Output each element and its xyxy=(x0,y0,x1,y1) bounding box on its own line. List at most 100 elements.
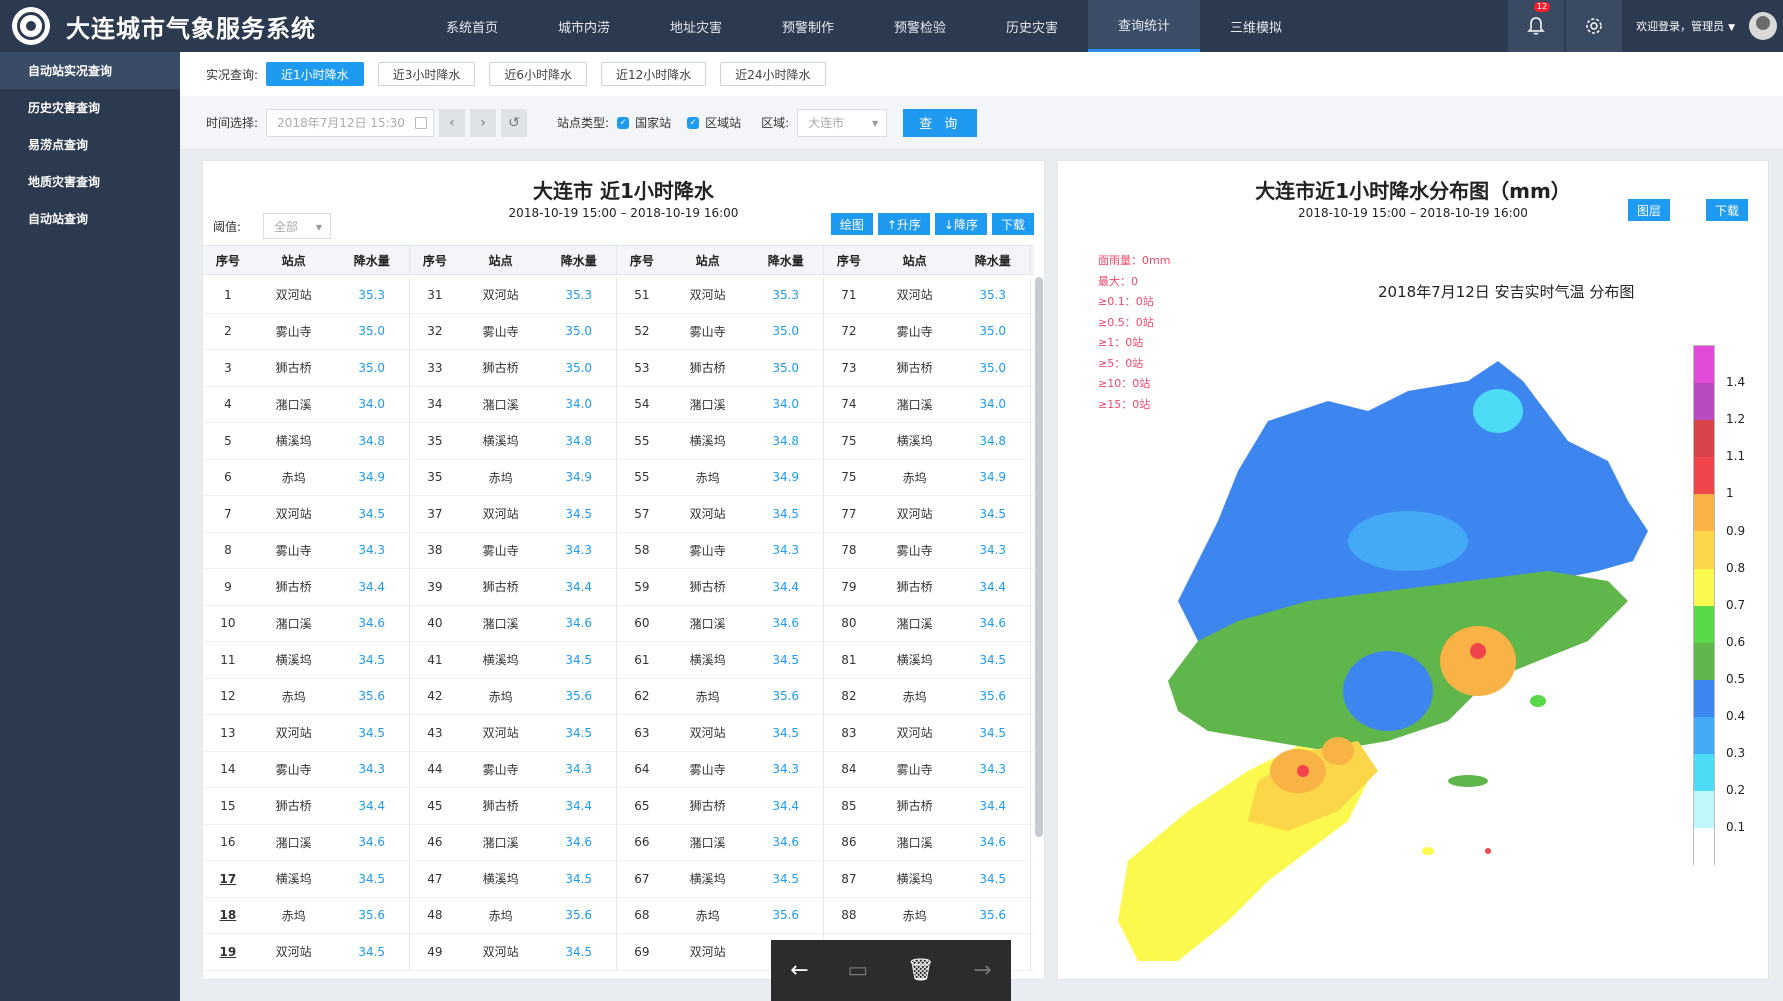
comment-icon[interactable]: ▭ xyxy=(847,958,868,983)
cell-value: 35.6 xyxy=(358,689,386,704)
cell-value: 34.5 xyxy=(979,506,1007,521)
table-row[interactable]: 11 横溪坞 34.5 41 横溪坞 34.5 61 横溪坞 34.5 81 横溪坞 34.5 xyxy=(203,642,1034,679)
sidebar-item-3[interactable]: 地质灾害查询 xyxy=(0,163,180,200)
query-range-button-4[interactable]: 近24小时降水 xyxy=(720,62,826,86)
row-group: 6 赤坞 34.9 xyxy=(203,459,410,495)
download-table-button[interactable]: 下载 xyxy=(991,213,1034,235)
row-group: 64 雾山寺 34.3 xyxy=(617,751,824,787)
sidebar-item-4[interactable]: 自动站查询 xyxy=(0,200,180,237)
row-group: 9 狮古桥 34.4 xyxy=(203,569,410,605)
table-row[interactable]: 13 双河站 34.5 43 双河站 34.5 63 双河站 34.5 83 双河站 34.5 xyxy=(203,715,1034,752)
back-arrow-icon[interactable]: ← xyxy=(790,958,808,983)
row-group: 7 双河站 34.5 xyxy=(203,496,410,532)
row-group: 60 潴口溪 34.6 xyxy=(617,605,824,641)
threshold-select[interactable]: 全部 ▼ xyxy=(263,213,332,239)
checkmark-icon: ✓ xyxy=(617,116,630,129)
time-label: 时间选择: xyxy=(206,116,259,130)
row-group: 37 双河站 34.5 xyxy=(410,496,617,532)
app-logo[interactable] xyxy=(12,7,50,45)
table-row[interactable]: 2 雾山寺 35.0 32 雾山寺 35.0 52 雾山寺 35.0 72 雾山寺 35.0 xyxy=(203,313,1034,350)
national-station-checkbox[interactable]: ✓ 国家站 xyxy=(617,114,671,131)
table-row[interactable]: 17 横溪坞 34.5 47 横溪坞 34.5 67 横溪坞 34.5 87 横溪坞 34.5 xyxy=(203,861,1034,898)
cell-value: 34.3 xyxy=(772,543,800,558)
cell-number: 87 xyxy=(841,871,857,886)
cell-station: 潴口溪 xyxy=(896,835,933,850)
row-group: 47 横溪坞 34.5 xyxy=(410,861,617,897)
table-row[interactable]: 1 双河站 35.3 31 双河站 35.3 51 双河站 35.3 71 双河站 35.3 xyxy=(203,277,1034,314)
cell-station: 狮古桥 xyxy=(689,580,726,595)
query-range-button-2[interactable]: 近6小时降水 xyxy=(489,62,587,86)
nav-item-5[interactable]: 历史灾害 xyxy=(976,0,1088,52)
nav-item-6[interactable]: 查询统计 xyxy=(1088,0,1200,52)
sidebar-item-0[interactable]: 自动站实况查询 xyxy=(0,52,180,89)
table-row[interactable]: 15 狮古桥 34.4 45 狮古桥 34.4 65 狮古桥 34.4 85 狮古桥 34.4 xyxy=(203,788,1034,825)
column-header-value: 降水量 xyxy=(767,253,804,268)
table-row[interactable]: 6 赤坞 34.9 35 赤坞 34.9 55 赤坞 34.9 75 赤坞 34.9 xyxy=(203,459,1034,496)
sidebar-item-1[interactable]: 历史灾害查询 xyxy=(0,89,180,126)
table-row[interactable]: 9 狮古桥 34.4 39 狮古桥 34.4 59 狮古桥 34.4 79 狮古桥 34.4 xyxy=(203,569,1034,606)
draw-button[interactable]: 绘图 xyxy=(830,213,873,235)
time-picker-input[interactable]: 2018年7月12日 15:30 xyxy=(266,108,435,137)
row-group: 79 狮古桥 34.4 xyxy=(824,569,1031,605)
table-row[interactable]: 14 雾山寺 34.3 44 雾山寺 34.3 64 雾山寺 34.3 84 雾山寺 34.3 xyxy=(203,751,1034,788)
forward-arrow-icon[interactable]: → xyxy=(973,958,991,983)
table-scrollbar[interactable] xyxy=(1035,277,1043,837)
table-row[interactable]: 10 潴口溪 34.6 40 潴口溪 34.6 60 潴口溪 34.6 80 潴口溪 34.6 xyxy=(203,605,1034,642)
cell-station: 雾山寺 xyxy=(689,543,726,558)
download-map-button[interactable]: 下载 xyxy=(1705,199,1748,221)
trash-icon[interactable]: 🗑 xyxy=(907,958,935,983)
cell-number: 62 xyxy=(634,689,650,704)
dalian-precipitation-map[interactable] xyxy=(1068,361,1708,981)
table-row[interactable]: 12 赤坞 35.6 42 赤坞 35.6 62 赤坞 35.6 82 赤坞 35.6 xyxy=(203,678,1034,715)
cell-number: 75 xyxy=(841,433,857,448)
layer-button[interactable]: 图层 xyxy=(1627,199,1670,221)
welcome-user-menu[interactable]: 欢迎登录，管理员 ▼ xyxy=(1636,18,1735,34)
table-row[interactable]: 5 横溪坞 34.8 35 横溪坞 34.8 55 横溪坞 34.8 75 横溪坞 34.8 xyxy=(203,423,1034,460)
query-range-button-3[interactable]: 近12小时降水 xyxy=(600,62,707,86)
row-group: 84 雾山寺 34.3 xyxy=(824,751,1031,787)
top-navigation-bar: 大连城市气象服务系统 系统首页 城市内涝 地址灾害 预警制作 预警检验 历史灾害 查询统计三… xyxy=(0,0,1783,52)
prev-time-button[interactable]: ‹ xyxy=(439,108,466,137)
sort-descending-button[interactable]: ↓降序 xyxy=(934,213,987,235)
table-row[interactable]: 7 双河站 34.5 37 双河站 34.5 57 双河站 34.5 77 双河站 34.5 xyxy=(203,496,1034,533)
region-select[interactable]: 大连市 ▼ xyxy=(797,108,888,137)
cell-value: 35.6 xyxy=(979,689,1007,704)
query-range-button-0[interactable]: 近1小时降水 xyxy=(266,62,364,86)
regional-station-label: 区域站 xyxy=(705,116,742,130)
table-row[interactable]: 18 赤坞 35.6 48 赤坞 35.6 68 赤坞 35.6 88 赤坞 35.6 xyxy=(203,897,1034,934)
legend-swatch xyxy=(1694,791,1714,829)
regional-station-checkbox[interactable]: ✓ 区域站 xyxy=(687,114,741,131)
cell-number: 11 xyxy=(220,652,236,667)
query-button[interactable]: 查 询 xyxy=(903,108,978,137)
nav-item-2[interactable]: 地址灾害 xyxy=(640,0,752,52)
table-row[interactable]: 3 狮古桥 35.0 33 狮古桥 35.0 53 狮古桥 35.0 73 狮古桥 35.0 xyxy=(203,350,1034,387)
cell-number: 75 xyxy=(841,470,857,485)
cell-value: 34.4 xyxy=(358,579,386,594)
query-range-button-1[interactable]: 近3小时降水 xyxy=(377,62,476,86)
cell-station: 雾山寺 xyxy=(275,324,312,339)
cell-value: 34.8 xyxy=(979,433,1007,448)
legend-swatch xyxy=(1694,531,1714,569)
next-time-button[interactable]: › xyxy=(470,108,497,137)
sidebar-item-2[interactable]: 易涝点查询 xyxy=(0,126,180,163)
cell-station: 狮古桥 xyxy=(275,361,312,376)
avatar[interactable] xyxy=(1749,12,1777,40)
nav-item-4[interactable]: 预警检验 xyxy=(864,0,976,52)
settings-button[interactable] xyxy=(1566,0,1623,52)
row-group: 17 横溪坞 34.5 xyxy=(203,861,410,897)
table-row[interactable]: 4 潴口溪 34.0 34 潴口溪 34.0 54 潴口溪 34.0 74 潴口溪 34.0 xyxy=(203,386,1034,423)
cell-number: 72 xyxy=(841,324,857,339)
row-group: 61 横溪坞 34.5 xyxy=(617,642,824,678)
reset-time-button[interactable]: ↺ xyxy=(501,108,528,137)
nav-item-0[interactable]: 系统首页 xyxy=(416,0,528,52)
cell-value: 34.5 xyxy=(772,725,800,740)
table-row[interactable]: 8 雾山寺 34.3 38 雾山寺 34.3 58 雾山寺 34.3 78 雾山寺 34.3 xyxy=(203,532,1034,569)
sort-ascending-button[interactable]: ↑升序 xyxy=(877,213,930,235)
nav-item-1[interactable]: 城市内涝 xyxy=(528,0,640,52)
cell-value: 34.9 xyxy=(565,470,593,485)
nav-item-7[interactable]: 三维模拟 xyxy=(1200,0,1312,52)
legend-label: 0.8 xyxy=(1726,560,1746,575)
table-row[interactable]: 16 潴口溪 34.6 46 潴口溪 34.6 66 潴口溪 34.6 86 潴口溪 34.6 xyxy=(203,824,1034,861)
nav-item-3[interactable]: 预警制作 xyxy=(752,0,864,52)
notification-button[interactable]: 12 xyxy=(1508,0,1565,52)
